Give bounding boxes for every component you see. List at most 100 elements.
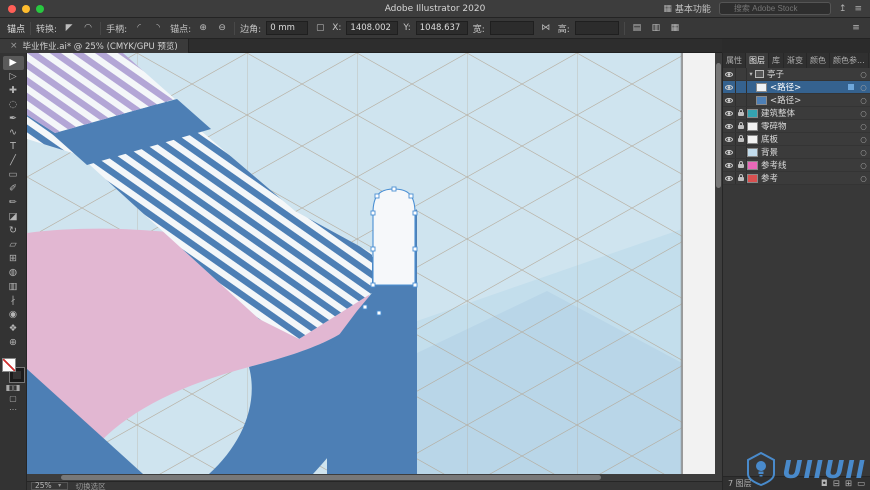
layer-name[interactable]: <路径> [770,94,857,106]
layer-row-building[interactable]: 建筑整体 ○ [723,107,870,120]
visibility-toggle[interactable] [723,159,736,171]
target-icon[interactable]: ○ [857,174,870,183]
layer-name[interactable]: 参考 [761,172,857,184]
paintbrush-tool[interactable]: ✐ [3,182,24,196]
stock-search-input[interactable] [718,2,831,15]
lock-toggle[interactable] [736,159,747,171]
tab-properties[interactable]: 属性 [723,53,746,68]
magic-wand-tool[interactable]: ✚ [3,84,24,98]
hide-handles-icon[interactable]: ◝ [151,21,165,35]
eraser-tool[interactable]: ◪ [3,210,24,224]
visibility-toggle[interactable] [723,107,736,119]
lock-toggle[interactable] [736,107,747,119]
vertical-scrollbar[interactable] [715,53,722,481]
rotate-tool[interactable]: ↻ [3,224,24,238]
isolate-icon[interactable]: ▦ [668,21,682,35]
tab-color[interactable]: 颜色 [807,53,830,68]
target-icon[interactable]: ○ [857,122,870,131]
lock-toggle[interactable] [736,146,747,158]
draw-mode-icons[interactable]: ◧◨ [5,382,20,393]
rectangle-tool[interactable]: ▭ [3,168,24,182]
layer-row-baseplate[interactable]: 底板 ○ [723,133,870,146]
visibility-toggle[interactable] [723,172,736,184]
tab-libraries[interactable]: 库 [769,53,784,68]
target-icon[interactable]: ○ [857,83,870,92]
close-tab-icon[interactable]: × [10,41,18,51]
layer-name[interactable]: 参考线 [761,159,857,171]
layer-row-reference[interactable]: 参考 ○ [723,172,870,185]
line-segment-tool[interactable]: ╱ [3,154,24,168]
document-tab[interactable]: × 毕业作业.ai* @ 25% (CMYK/GPU 预览) [0,39,189,53]
pencil-tool[interactable]: ✏ [3,196,24,210]
corner-radius-field[interactable] [266,21,309,35]
artboard-viewport[interactable] [27,53,682,474]
target-icon[interactable]: ○ [857,161,870,170]
layer-name[interactable]: 零碎物 [761,120,857,132]
layer-row-misc[interactable]: 零碎物 ○ [723,120,870,133]
scale-tool[interactable]: ▱ [3,238,24,252]
free-transform-tool[interactable]: ⊞ [3,252,24,266]
convert-anchor-corner-icon[interactable]: ◤ [62,21,76,35]
show-handles-icon[interactable]: ◜ [132,21,146,35]
zoom-tool[interactable]: ⊕ [3,336,24,350]
convert-anchor-smooth-icon[interactable]: ◠ [81,21,95,35]
selected-door-path[interactable] [372,188,416,286]
workspace-switcher[interactable]: ▦ 基本功能 [663,2,711,16]
screen-mode-icon[interactable]: ▢ [9,393,17,404]
window-controls[interactable] [0,4,44,13]
x-position-field[interactable] [346,21,399,35]
target-icon[interactable]: ○ [857,96,870,105]
visibility-toggle[interactable] [723,81,736,93]
layer-name[interactable]: 背景 [761,146,857,158]
target-icon[interactable]: ○ [857,70,870,79]
lock-toggle[interactable] [736,120,747,132]
target-icon[interactable]: ○ [857,109,870,118]
layer-row-guides[interactable]: 参考线 ○ [723,159,870,172]
tab-layers[interactable]: 图层 [746,53,769,68]
blend-tool[interactable]: ◉ [3,308,24,322]
height-field[interactable] [574,21,619,35]
lock-toggle[interactable] [736,68,747,80]
reference-point-icon[interactable]: ▢ [313,21,327,35]
layer-name[interactable]: <路径> [770,81,848,93]
zoom-level-select[interactable]: 25% ▾ [31,482,68,490]
visibility-toggle[interactable] [723,120,736,132]
remove-anchor-icon[interactable]: ⊖ [215,21,229,35]
layer-name[interactable]: 底板 [761,133,857,145]
add-anchor-icon[interactable]: ⊕ [196,21,210,35]
lock-toggle[interactable] [736,133,747,145]
target-icon[interactable]: ○ [857,148,870,157]
layer-name[interactable]: 建筑整体 [761,107,857,119]
eyedropper-tool[interactable]: ∤ [3,294,24,308]
horizontal-scrollbar[interactable] [27,474,715,481]
lasso-tool[interactable]: ◌ [3,98,24,112]
control-menu-icon[interactable]: ≡ [849,21,863,35]
align-panel-icon[interactable]: ▥ [649,21,663,35]
visibility-toggle[interactable] [723,68,736,80]
minimize-window-icon[interactable] [22,4,30,13]
curvature-tool[interactable]: ∿ [3,126,24,140]
horizontal-scrollbar-thumb[interactable] [61,475,601,480]
zoom-window-icon[interactable] [36,4,44,13]
share-icon[interactable]: ↥ [839,4,847,14]
close-window-icon[interactable] [8,4,16,13]
transform-panel-icon[interactable]: ▤ [630,21,644,35]
visibility-toggle[interactable] [723,94,736,106]
tab-color-guide[interactable]: 颜色参... [830,53,869,68]
toolbar-more-icon[interactable]: ⋯ [9,404,17,415]
layer-row-group[interactable]: ▾ 亭子 ○ [723,68,870,81]
visibility-toggle[interactable] [723,146,736,158]
width-field[interactable] [489,21,534,35]
layer-row-path-selected[interactable]: <路径> ○ [723,81,870,94]
layer-row-background[interactable]: 背景 ○ [723,146,870,159]
shape-builder-tool[interactable]: ◍ [3,266,24,280]
y-position-field[interactable] [415,21,468,35]
type-tool[interactable]: T [3,140,24,154]
hand-tool[interactable]: ❖ [3,322,24,336]
lock-toggle[interactable] [736,172,747,184]
gradient-tool[interactable]: ▥ [3,280,24,294]
direct-selection-tool[interactable]: ▷ [3,70,24,84]
fill-swatch[interactable] [2,358,16,372]
expand-caret-icon[interactable]: ▾ [747,70,755,78]
fill-stroke-swatches[interactable] [2,358,25,383]
